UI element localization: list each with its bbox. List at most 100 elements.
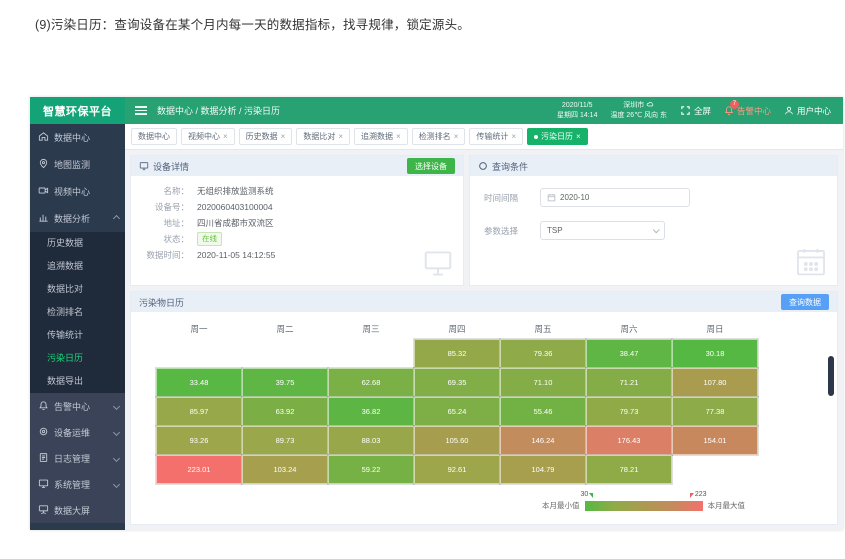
- sidebar-subitem-active[interactable]: 污染日历: [30, 347, 125, 370]
- sidebar-subitem[interactable]: 检测排名: [30, 301, 125, 324]
- field-label: 状态：: [139, 231, 189, 247]
- scrollbar-thumb[interactable]: [828, 356, 834, 396]
- sidebar-item-0[interactable]: 数据中心: [30, 124, 125, 151]
- sidebar-submenu: 历史数据追溯数据数据比对检测排名传输统计污染日历数据导出: [30, 232, 125, 393]
- breadcrumb: 数据中心 / 数据分析 / 污染日历: [157, 104, 280, 117]
- active-dot-icon: [534, 135, 538, 139]
- calendar-cell-r2c7[interactable]: 107.80: [672, 368, 758, 397]
- sidebar-item-2[interactable]: 视频中心: [30, 178, 125, 205]
- chevron-up-icon: [113, 215, 120, 222]
- sidebar-subitem[interactable]: 追溯数据: [30, 255, 125, 278]
- field-label: 数据时间：: [139, 247, 189, 263]
- sidebar-item-1[interactable]: 地图监测: [30, 151, 125, 178]
- sidebar-item-7[interactable]: 系统管理: [30, 471, 125, 497]
- home-icon: [38, 131, 49, 144]
- calendar-cell-r4c7[interactable]: 154.01: [672, 426, 758, 455]
- field-label: 名称：: [139, 183, 189, 199]
- calendar-cell-r5c3[interactable]: 59.22: [328, 455, 414, 484]
- month-picker-input[interactable]: 2020-10: [540, 188, 690, 207]
- calendar-cell-r4c2[interactable]: 89.73: [242, 426, 328, 455]
- calendar-cell-r1c6[interactable]: 38.47: [586, 339, 672, 368]
- tab-5[interactable]: 检测排名×: [412, 128, 466, 145]
- header-weather: 深圳市 温度 26℃ 风向 东: [610, 101, 666, 120]
- chevron-down-icon: [113, 454, 120, 461]
- alarm-center-button[interactable]: 7 告警中心: [724, 105, 771, 117]
- calendar-cell-r3c3[interactable]: 36.82: [328, 397, 414, 426]
- sidebar-item-8[interactable]: 数据大屏: [30, 497, 125, 523]
- tab-3[interactable]: 数据比对×: [296, 128, 350, 145]
- calendar-cell-r3c1[interactable]: 85.97: [156, 397, 242, 426]
- sidebar-item-6[interactable]: 日志管理: [30, 445, 125, 471]
- tab-6[interactable]: 传输统计×: [469, 128, 523, 145]
- query-data-button[interactable]: 查询数据: [781, 294, 829, 310]
- calendar-body: 周一周二周三周四周五周六周日 85.3279.3638.4730.1833.48…: [131, 312, 837, 524]
- device-panel-header: 设备详情 选择设备: [131, 156, 463, 176]
- weekday-label: 周四: [414, 323, 500, 335]
- param-select[interactable]: TSP: [540, 221, 665, 240]
- close-icon[interactable]: ×: [338, 133, 343, 141]
- calendar-cell-r3c4[interactable]: 65.24: [414, 397, 500, 426]
- header-datetime: 2020/11/5 星期四 14:14: [557, 101, 597, 120]
- fullscreen-button[interactable]: 全屏: [680, 105, 711, 117]
- tab-7-active[interactable]: 污染日历×: [527, 128, 588, 145]
- tab-0[interactable]: 数据中心: [131, 128, 177, 145]
- calendar-cell-empty: [328, 339, 414, 368]
- calendar-cell-r3c6[interactable]: 79.73: [586, 397, 672, 426]
- calendar-cell-r4c6[interactable]: 176.43: [586, 426, 672, 455]
- close-icon[interactable]: ×: [396, 133, 401, 141]
- field-value: 2020-11-05 14:12:55: [197, 247, 275, 263]
- calendar-cell-r2c4[interactable]: 69.35: [414, 368, 500, 397]
- sidebar-subitem[interactable]: 数据比对: [30, 278, 125, 301]
- calendar-cell-empty: [242, 339, 328, 368]
- tab-1[interactable]: 视频中心×: [181, 128, 235, 145]
- pollution-calendar-panel: 污染物日历 查询数据 周一周二周三周四周五周六周日 85.3279.3638.4…: [130, 291, 838, 525]
- menu-collapse-icon[interactable]: [135, 106, 147, 115]
- calendar-cell-r1c7[interactable]: 30.18: [672, 339, 758, 368]
- calendar-cell-r2c5[interactable]: 71.10: [500, 368, 586, 397]
- tab-4[interactable]: 追溯数据×: [354, 128, 408, 145]
- chevron-down-icon: [113, 402, 120, 409]
- calendar-cell-r5c5[interactable]: 104.79: [500, 455, 586, 484]
- calendar-cell-r4c3[interactable]: 88.03: [328, 426, 414, 455]
- calendar-cell-r4c1[interactable]: 93.26: [156, 426, 242, 455]
- sidebar-item-3[interactable]: 数据分析: [30, 205, 125, 232]
- sidebar-item-label: 告警中心: [54, 400, 90, 413]
- legend-min-value: 30: [581, 491, 594, 498]
- calendar-cell-r1c4[interactable]: 85.32: [414, 339, 500, 368]
- user-center-button[interactable]: 用户中心: [784, 105, 831, 117]
- sidebar-subitem[interactable]: 数据导出: [30, 370, 125, 393]
- sidebar-subitem[interactable]: 传输统计: [30, 324, 125, 347]
- close-icon[interactable]: ×: [511, 133, 516, 141]
- calendar-cell-r5c2[interactable]: 103.24: [242, 455, 328, 484]
- calendar-cell-r5c4[interactable]: 92.61: [414, 455, 500, 484]
- tab-2[interactable]: 历史数据×: [239, 128, 293, 145]
- close-icon[interactable]: ×: [454, 133, 459, 141]
- calendar-cell-r1c5[interactable]: 79.36: [500, 339, 586, 368]
- close-icon[interactable]: ×: [281, 133, 286, 141]
- close-icon[interactable]: ×: [223, 133, 228, 141]
- select-device-button[interactable]: 选择设备: [407, 158, 455, 174]
- device-fields: 名称：无组织排放监测系统设备号：2020060403100004地址：四川省成都…: [131, 176, 463, 285]
- sidebar-subitem[interactable]: 历史数据: [30, 232, 125, 255]
- calendar-cell-r2c6[interactable]: 71.21: [586, 368, 672, 397]
- calendar-cell-r4c4[interactable]: 105.60: [414, 426, 500, 455]
- field-value: 四川省成都市双流区: [197, 215, 274, 231]
- calendar-cell-r2c2[interactable]: 39.75: [242, 368, 328, 397]
- close-icon[interactable]: ×: [576, 133, 581, 141]
- calendar-cell-empty: [156, 339, 242, 368]
- calendar-grid: 85.3279.3638.4730.18 33.4839.7562.6869.35…: [156, 339, 758, 484]
- device-details-panel: 设备详情 选择设备 名称：无组织排放监测系统设备号：20200604031000…: [130, 155, 464, 286]
- calendar-cell-r3c2[interactable]: 63.92: [242, 397, 328, 426]
- field-value: 2020060403100004: [197, 199, 273, 215]
- legend-gradient-bar: [585, 501, 703, 511]
- sidebar-item-4[interactable]: 告警中心: [30, 393, 125, 419]
- calendar-cell-r2c3[interactable]: 62.68: [328, 368, 414, 397]
- calendar-cell-r5c6[interactable]: 78.21: [586, 455, 672, 484]
- calendar-cell-r3c5[interactable]: 55.46: [500, 397, 586, 426]
- calendar-cell-r2c1[interactable]: 33.48: [156, 368, 242, 397]
- calendar-cell-r4c5[interactable]: 146.24: [500, 426, 586, 455]
- calendar-cell-r3c7[interactable]: 77.38: [672, 397, 758, 426]
- sidebar-item-label: 地图监测: [54, 158, 90, 171]
- calendar-cell-r5c1[interactable]: 223.01: [156, 455, 242, 484]
- sidebar-item-5[interactable]: 设备运维: [30, 419, 125, 445]
